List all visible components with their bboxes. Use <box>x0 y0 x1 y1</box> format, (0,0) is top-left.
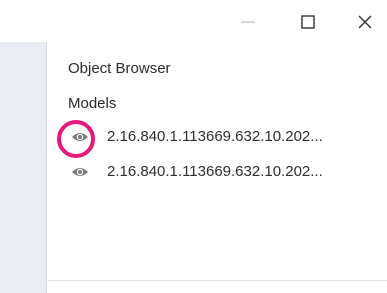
minimize-button[interactable] <box>228 8 268 36</box>
window-titlebar <box>0 0 387 42</box>
models-section-label: Models <box>68 95 117 112</box>
eye-icon[interactable] <box>71 165 89 179</box>
panel-title: Object Browser <box>68 60 171 77</box>
model-label: 2.16.840.1.113669.632.10.202... <box>107 163 323 180</box>
close-button[interactable] <box>345 8 385 36</box>
maximize-button[interactable] <box>288 8 328 36</box>
maximize-icon <box>301 15 315 29</box>
model-label: 2.16.840.1.113669.632.10.202... <box>107 128 323 145</box>
model-list-item[interactable]: 2.16.840.1.113669.632.10.202... <box>46 158 387 188</box>
panel-divider <box>46 280 387 281</box>
left-side-strip <box>0 42 46 293</box>
minimize-icon <box>241 21 255 23</box>
close-icon <box>358 15 372 29</box>
highlight-circle <box>57 120 95 158</box>
model-list-item[interactable]: 2.16.840.1.113669.632.10.202... <box>46 123 387 153</box>
